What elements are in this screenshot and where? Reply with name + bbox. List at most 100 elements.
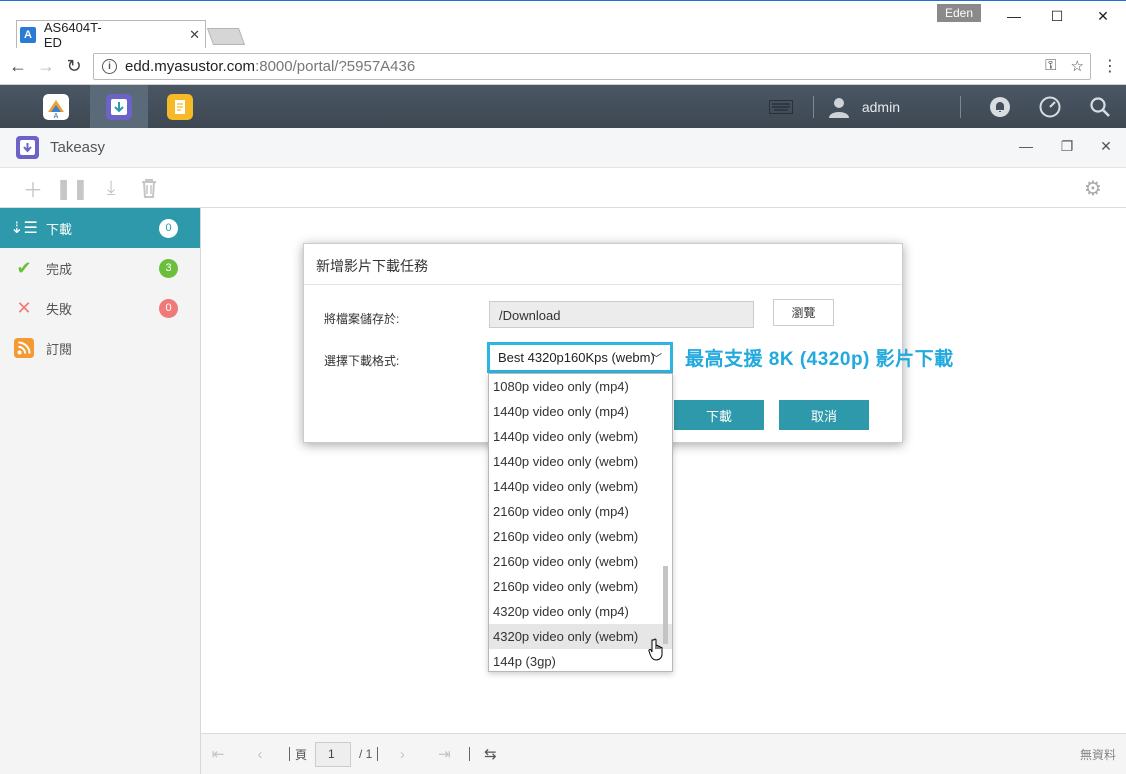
tab-title: AS6404T-ED <box>43 20 102 50</box>
dropdown-option[interactable]: 1080p video only (mp4) <box>489 374 672 399</box>
pager-divider <box>377 747 379 761</box>
dropdown-option[interactable]: 144p (3gp) <box>489 649 672 671</box>
save-location-label: 將檔案儲存於: <box>324 312 400 326</box>
adm-username: admin <box>861 98 900 115</box>
tab-close-icon[interactable]: ✕ <box>189 27 200 43</box>
dropdown-option[interactable]: 2160p video only (webm) <box>489 549 672 574</box>
dropdown-option[interactable]: 1440p video only (webm) <box>489 449 672 474</box>
page-number-input[interactable]: 1 <box>315 741 352 767</box>
rss-icon <box>14 338 34 358</box>
app-toolbar: ＋ ❚❚ ⤓ ⚙ <box>0 168 1126 208</box>
svg-text:A: A <box>54 113 59 120</box>
reload-icon[interactable]: ↻ <box>62 54 86 78</box>
trash-icon[interactable] <box>137 176 161 200</box>
add-icon[interactable]: ＋ <box>21 176 45 202</box>
restore-icon[interactable]: ❐ <box>1055 134 1079 158</box>
minimize-icon[interactable]: — <box>1014 134 1038 158</box>
download-button[interactable]: 下載 <box>674 400 764 430</box>
close-icon[interactable]: ✕ <box>1094 134 1118 158</box>
dropdown-option[interactable]: 1440p video only (mp4) <box>489 399 672 424</box>
dropdown-option[interactable]: 4320p video only (webm) <box>489 624 672 649</box>
user-avatar-icon <box>828 97 849 118</box>
sidebar-item-label: 失敗 <box>46 301 73 317</box>
first-page-icon[interactable]: ⇤ <box>207 745 229 763</box>
adm-user-menu[interactable]: admin <box>828 96 900 118</box>
adm-divider <box>960 95 961 118</box>
forward-arrow-icon[interactable]: → <box>34 54 58 78</box>
adm-taskbar: A admin <box>0 85 1126 128</box>
dropdown-scrollbar[interactable] <box>663 566 668 644</box>
sidebar-item-completed[interactable]: ✔ 完成 3 <box>0 248 200 288</box>
close-icon[interactable]: ✕ <box>1088 5 1118 27</box>
takeasy-tile[interactable] <box>90 85 148 128</box>
maximize-icon[interactable]: ☐ <box>1042 5 1072 27</box>
count-badge: 0 <box>159 298 178 318</box>
hand-cursor-icon <box>648 638 663 661</box>
keyboard-icon[interactable] <box>768 99 793 114</box>
app-central-icon: A <box>43 93 69 120</box>
format-dropdown-list[interactable]: 1080p video only (mp4) 1440p video only (… <box>488 373 673 672</box>
back-arrow-icon[interactable]: ← <box>6 54 30 78</box>
last-page-icon[interactable]: ⇥ <box>433 745 455 763</box>
next-page-icon[interactable]: › <box>391 746 413 763</box>
browser-titlebar: A AS6404T-ED ✕ Eden — ☐ ✕ <box>0 0 1126 50</box>
dropdown-option[interactable]: 2160p video only (mp4) <box>489 499 672 524</box>
profile-badge[interactable]: Eden <box>937 4 981 22</box>
prev-page-icon[interactable]: ‹ <box>249 746 271 763</box>
no-data-text: 無資料 <box>1079 747 1116 762</box>
count-badge: 3 <box>159 258 178 278</box>
address-bar[interactable]: i edd.myasustor.com:8000/portal/?5957A43… <box>93 53 1091 80</box>
notes-tile[interactable] <box>151 85 209 128</box>
chevron-down-icon: ﹀ <box>651 353 662 365</box>
format-select[interactable]: Best 4320p160Kps (webm) ﹀ <box>487 342 673 373</box>
download-icon[interactable]: ⤓ <box>99 176 123 200</box>
url-host: edd.myasustor.com <box>125 58 256 75</box>
new-tab-button[interactable] <box>206 28 246 45</box>
sidebar-item-subscriptions[interactable]: 訂閱 <box>0 328 200 368</box>
pagination-bar: ⇤ ‹ 頁 1 / 1 › ⇥ ⇆ 無資料 <box>201 733 1126 774</box>
count-badge: 0 <box>159 218 178 238</box>
format-label: 選擇下載格式: <box>324 354 400 368</box>
sidebar-item-downloading[interactable]: ⇣☰ 下載 0 <box>0 208 200 248</box>
app-title: Takeasy <box>50 139 106 156</box>
browser-menu-icon[interactable]: ⋮ <box>1098 54 1122 78</box>
minimize-icon[interactable]: — <box>999 5 1029 27</box>
save-path-field[interactable]: /Download <box>489 301 754 328</box>
x-icon: ✕ <box>16 297 32 318</box>
refresh-icon[interactable]: ⇆ <box>479 745 501 763</box>
key-icon[interactable]: ⚿ <box>1045 57 1056 75</box>
annotation-8k-support: 最高支援 8K (4320p) 影片下載 <box>685 349 954 370</box>
cancel-button[interactable]: 取消 <box>779 400 869 430</box>
app-central-tile[interactable]: A <box>27 85 85 128</box>
sidebar: ⇣☰ 下載 0 ✔ 完成 3 ✕ 失敗 0 訂閱 <box>0 208 201 774</box>
pager-divider <box>469 747 471 761</box>
notification-bell-icon[interactable] <box>988 95 1012 119</box>
search-icon[interactable] <box>1088 95 1112 119</box>
pause-icon[interactable]: ❚❚ <box>55 176 89 200</box>
page-label: 頁 <box>295 747 308 762</box>
url-path: :8000/portal/?5957A436 <box>255 58 416 75</box>
sidebar-item-label: 下載 <box>46 221 73 237</box>
sort-list-icon: ⇣☰ <box>10 220 38 237</box>
browse-button[interactable]: 瀏覽 <box>773 299 834 326</box>
sidebar-item-label: 完成 <box>46 261 73 277</box>
takeasy-icon <box>106 93 132 120</box>
check-icon: ✔ <box>16 257 32 278</box>
bookmark-star-icon[interactable]: ☆ <box>1071 57 1084 75</box>
asustor-favicon-icon: A <box>20 27 36 43</box>
takeasy-app-icon <box>16 136 39 159</box>
sidebar-item-failed[interactable]: ✕ 失敗 0 <box>0 288 200 328</box>
gear-icon[interactable]: ⚙ <box>1081 176 1105 200</box>
dropdown-option[interactable]: 1440p video only (webm) <box>489 474 672 499</box>
pager-divider <box>289 747 290 761</box>
info-icon[interactable]: i <box>102 59 117 74</box>
dropdown-option[interactable]: 2160p video only (webm) <box>489 524 672 549</box>
dropdown-option[interactable]: 1440p video only (webm) <box>489 424 672 449</box>
dashboard-gauge-icon[interactable] <box>1038 95 1062 119</box>
app-window-header: Takeasy — ❐ ✕ <box>0 128 1126 168</box>
notes-icon <box>167 93 193 120</box>
dropdown-option[interactable]: 2160p video only (webm) <box>489 574 672 599</box>
dropdown-option[interactable]: 4320p video only (mp4) <box>489 599 672 624</box>
dialog-title: 新增影片下載任務 <box>304 244 902 285</box>
browser-tab-content[interactable]: A AS6404T-ED ✕ <box>20 20 200 50</box>
